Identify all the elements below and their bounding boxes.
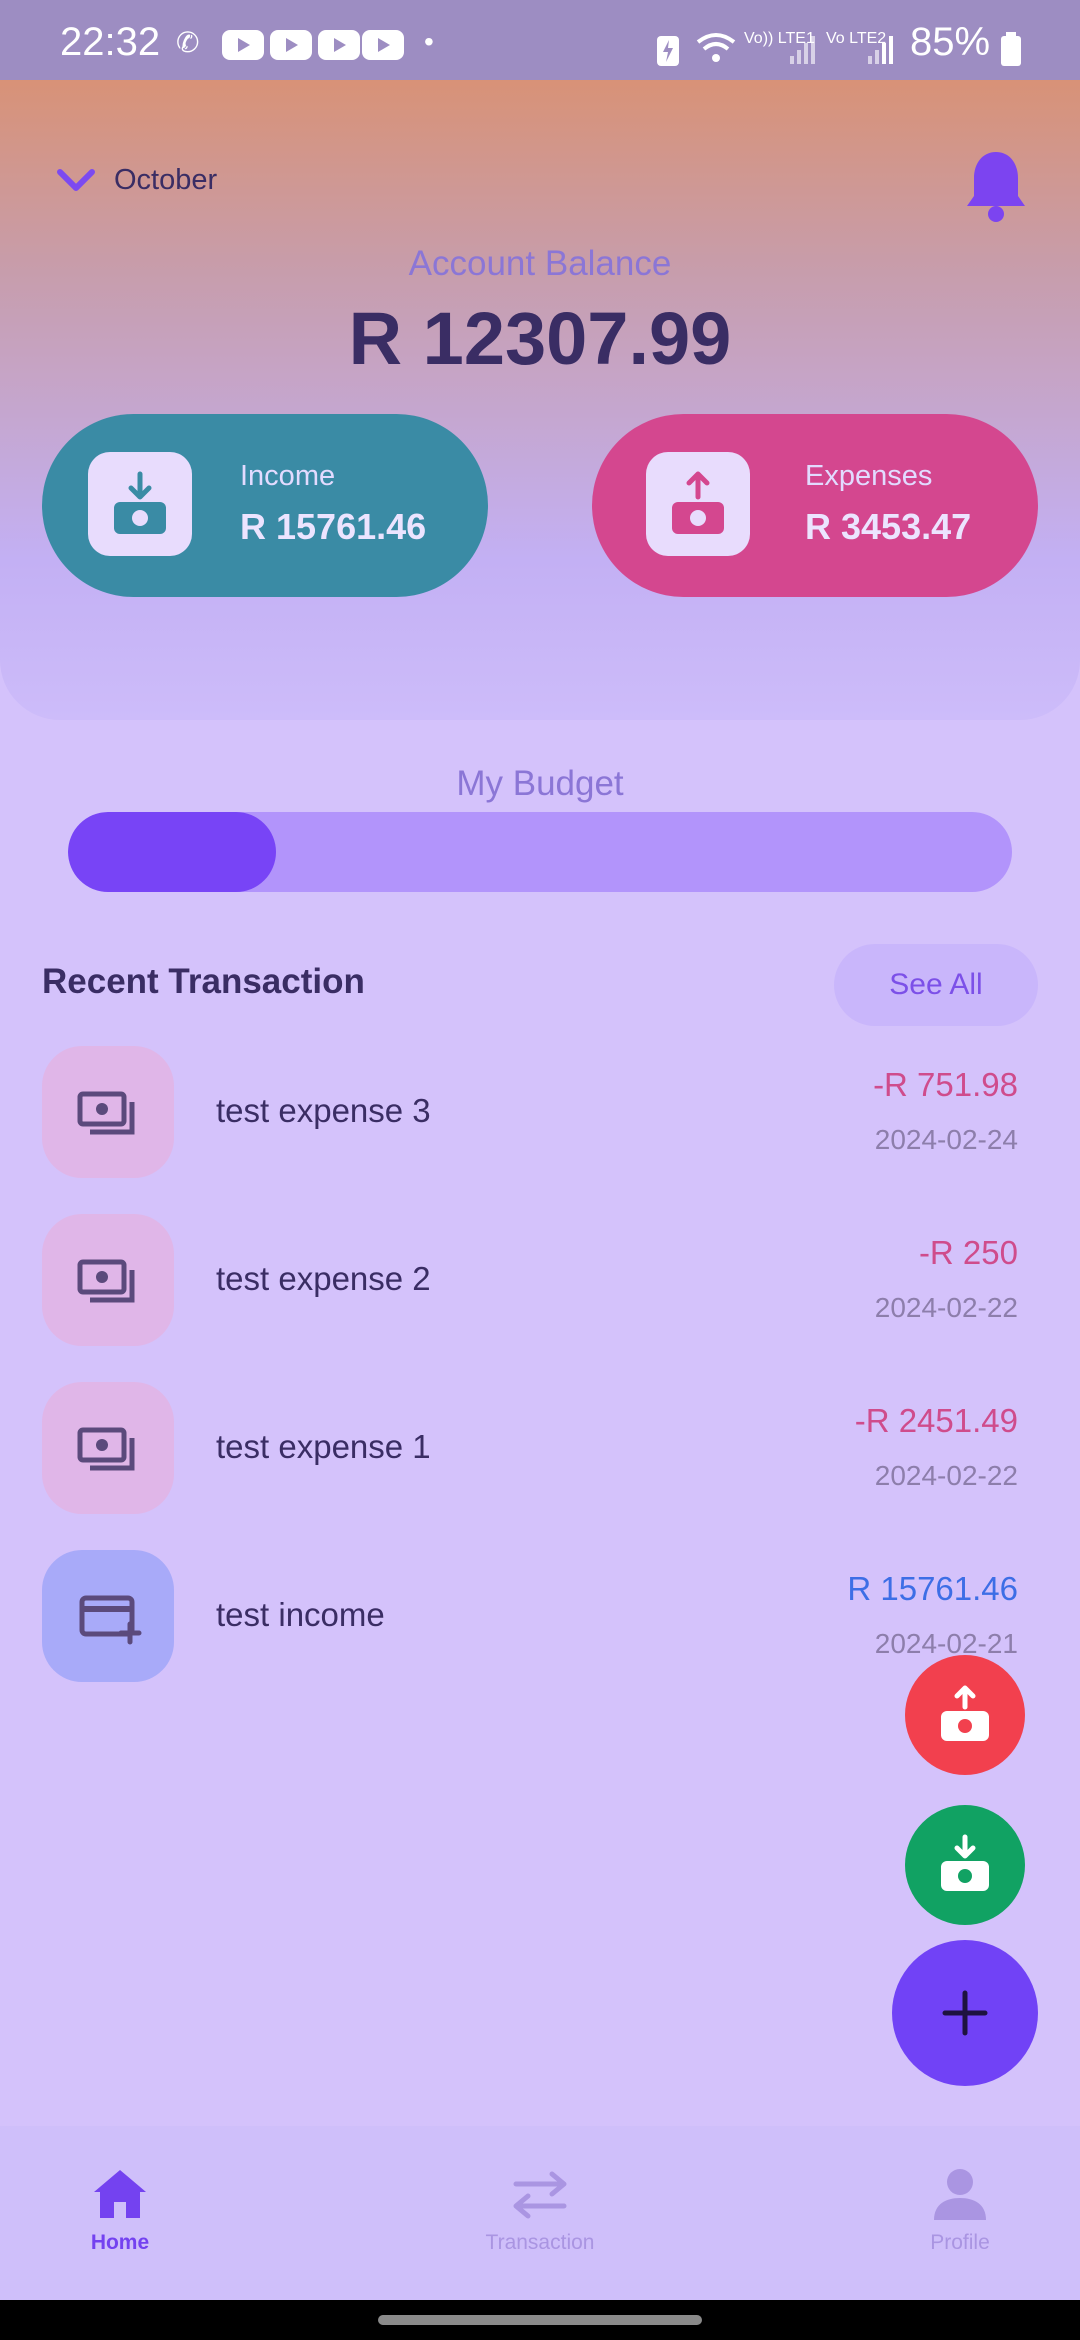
youtube-icon [222, 30, 264, 60]
add-income-button[interactable] [905, 1805, 1025, 1925]
income-card[interactable]: Income R 15761.46 [42, 414, 488, 597]
expense-card[interactable]: Expenses R 3453.47 [592, 414, 1038, 597]
chevron-down-icon [57, 169, 95, 191]
youtube-icon [362, 30, 404, 60]
plus-icon [942, 1990, 988, 2036]
transaction-amount: -R 250 [918, 1234, 1018, 1271]
balance-value: R 12307.99 [348, 297, 732, 380]
see-all-button[interactable]: See All [834, 944, 1038, 1026]
nav-transaction[interactable]: Transaction [440, 2166, 640, 2255]
cash-stack-icon [42, 1214, 174, 1346]
status-time: 22:32 [60, 20, 161, 64]
balance-label: Account Balance [408, 244, 672, 283]
income-amount: R 15761.46 [240, 506, 427, 547]
cash-stack-icon [42, 1046, 174, 1178]
add-expense-button[interactable] [905, 1655, 1025, 1775]
cash-stack-icon [42, 1382, 174, 1514]
nav-profile[interactable]: Profile [860, 2166, 1060, 2255]
wifi-icon [696, 33, 736, 62]
bottom-navigation: Home Transaction Profile [0, 2126, 1080, 2300]
transaction-amount: -R 751.98 [873, 1066, 1018, 1103]
nav-home-label: Home [90, 2231, 150, 2254]
month-selector[interactable]: October [56, 158, 217, 202]
transaction-item[interactable]: test income R 15761.46 2024-02-21 [42, 1550, 1038, 1682]
youtube-icon [318, 30, 360, 60]
whatsapp-icon: ✆ [176, 27, 200, 58]
nav-transaction-label: Transaction [485, 2231, 595, 2254]
money-out-icon [941, 1685, 989, 1741]
swap-arrows-icon [513, 2171, 567, 2219]
dot-icon: • [424, 26, 434, 57]
budget-progress-fill [68, 812, 276, 892]
battery-icon [1001, 32, 1021, 66]
income-title: Income [240, 460, 336, 492]
battery-saver-icon [657, 36, 679, 66]
card-add-icon [42, 1550, 174, 1682]
transaction-item[interactable]: test expense 1 -R 2451.49 2024-02-22 [42, 1382, 1038, 1514]
transaction-amount: -R 2451.49 [854, 1402, 1018, 1439]
nav-home[interactable]: Home [20, 2166, 220, 2255]
person-icon [934, 2169, 986, 2220]
expenses-title: Expenses [805, 460, 933, 492]
add-button[interactable] [892, 1940, 1038, 2086]
youtube-icon [270, 30, 312, 60]
recent-transaction-title: Recent Transaction [42, 962, 365, 1001]
nav-profile-label: Profile [930, 2231, 990, 2254]
budget-progress-bar [68, 812, 1012, 892]
transaction-date: 2024-02-24 [874, 1124, 1018, 1155]
expenses-amount: R 3453.47 [805, 506, 972, 547]
transaction-item[interactable]: test expense 3 -R 751.98 2024-02-24 [42, 1046, 1038, 1178]
money-in-icon [88, 452, 192, 556]
signal-icon [868, 36, 893, 64]
transaction-name: test expense 3 [216, 1092, 431, 1129]
money-in-icon [941, 1834, 989, 1891]
month-label: October [114, 163, 218, 196]
notification-bell-icon[interactable] [964, 148, 1028, 222]
transaction-name: test income [216, 1596, 385, 1633]
status-bar: 22:32 ✆ • Vo)) LTE1 Vo LTE2 85% [0, 0, 1080, 80]
home-gesture-pill[interactable] [378, 2315, 702, 2325]
budget-title: My Budget [456, 764, 624, 803]
transaction-name: test expense 1 [216, 1428, 431, 1465]
transaction-name: test expense 2 [216, 1260, 431, 1297]
home-icon [94, 2170, 146, 2218]
transaction-date: 2024-02-22 [874, 1460, 1018, 1491]
transaction-date: 2024-02-22 [874, 1292, 1018, 1323]
transaction-item[interactable]: test expense 2 -R 250 2024-02-22 [42, 1214, 1038, 1346]
transaction-amount: R 15761.46 [847, 1570, 1018, 1607]
signal-icon [790, 36, 815, 64]
battery-percentage: 85% [910, 20, 991, 64]
money-out-icon [646, 452, 750, 556]
